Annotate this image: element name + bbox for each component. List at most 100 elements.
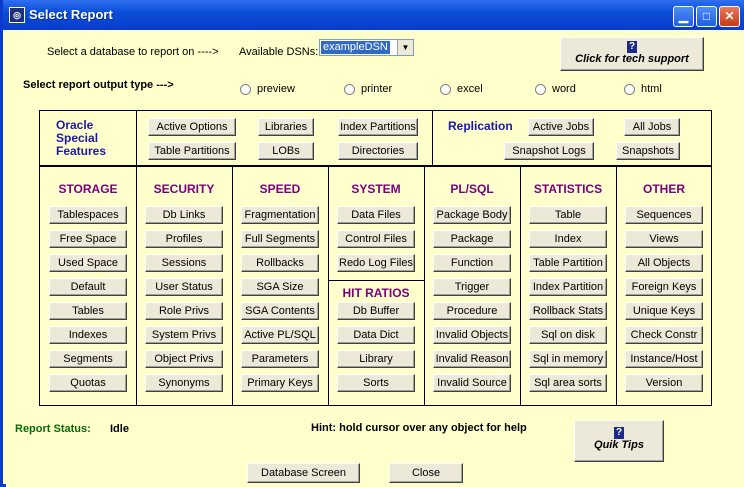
full-segments-button[interactable]: Full Segments — [241, 230, 319, 248]
other-header: OTHER — [643, 182, 685, 196]
rollbacks-button[interactable]: Rollbacks — [241, 254, 319, 272]
database-prompt: Select a database to report on ----> — [47, 46, 219, 58]
oracle-label-line: Features — [56, 144, 107, 158]
invalid-objects-button[interactable]: Invalid Objects — [433, 326, 511, 344]
library-button[interactable]: Library — [337, 350, 415, 368]
radio-html-label: html — [641, 83, 662, 95]
parameters-button[interactable]: Parameters — [241, 350, 319, 368]
sga-contents-button[interactable]: SGA Contents — [241, 302, 319, 320]
quik-tips-button[interactable]: ? Quik Tips — [574, 420, 664, 462]
hit-ratios-header: HIT RATIOS — [342, 286, 410, 300]
invalid-reason-button[interactable]: Invalid Reason — [433, 350, 511, 368]
tables-button[interactable]: Tables — [49, 302, 127, 320]
rollback-stats-button[interactable]: Rollback Stats — [529, 302, 607, 320]
version-button[interactable]: Version — [625, 374, 703, 392]
statistics-header: STATISTICS — [533, 182, 603, 196]
unique-keys-button[interactable]: Unique Keys — [625, 302, 703, 320]
report-status-label: Report Status: — [15, 423, 91, 435]
window-title: Select Report — [29, 7, 113, 22]
package-button[interactable]: Package — [433, 230, 511, 248]
redo-log-files-button[interactable]: Redo Log Files — [337, 254, 415, 272]
radio-html[interactable] — [624, 84, 635, 95]
hint-text: Hint: hold cursor over any object for he… — [311, 422, 527, 434]
user-status-button[interactable]: User Status — [145, 278, 223, 296]
directories-button[interactable]: Directories — [338, 142, 418, 160]
fragmentation-button[interactable]: Fragmentation — [241, 206, 319, 224]
data-dict-button[interactable]: Data Dict — [337, 326, 415, 344]
divider — [328, 280, 424, 281]
lobs-button[interactable]: LOBs — [258, 142, 314, 160]
system-privs-button[interactable]: System Privs — [145, 326, 223, 344]
active-options-button[interactable]: Active Options — [148, 118, 236, 136]
sorts-button[interactable]: Sorts — [337, 374, 415, 392]
radio-word[interactable] — [535, 84, 546, 95]
dsn-selected-value: exampleDSN — [321, 41, 390, 54]
table-stats-button[interactable]: Table — [529, 206, 607, 224]
primary-keys-button[interactable]: Primary Keys — [241, 374, 319, 392]
title-bar[interactable]: ◎ Select Report ▁ □ ✕ — [3, 0, 744, 30]
libraries-button[interactable]: Libraries — [258, 118, 314, 136]
close-window-button[interactable]: ✕ — [719, 6, 740, 27]
sessions-button[interactable]: Sessions — [145, 254, 223, 272]
database-screen-button[interactable]: Database Screen — [247, 463, 360, 483]
used-space-button[interactable]: Used Space — [49, 254, 127, 272]
table-partitions-button[interactable]: Table Partitions — [148, 142, 236, 160]
chevron-down-icon[interactable]: ▼ — [397, 40, 413, 55]
invalid-source-button[interactable]: Invalid Source — [433, 374, 511, 392]
foreign-keys-button[interactable]: Foreign Keys — [625, 278, 703, 296]
synonyms-button[interactable]: Synonyms — [145, 374, 223, 392]
views-button[interactable]: Views — [625, 230, 703, 248]
object-privs-button[interactable]: Object Privs — [145, 350, 223, 368]
index-stats-button[interactable]: Index — [529, 230, 607, 248]
default-button[interactable]: Default — [49, 278, 127, 296]
trigger-button[interactable]: Trigger — [433, 278, 511, 296]
maximize-button[interactable]: □ — [696, 6, 717, 27]
index-partitions-button[interactable]: Index Partitions — [338, 118, 418, 136]
function-button[interactable]: Function — [433, 254, 511, 272]
close-button[interactable]: Close — [389, 463, 463, 483]
report-status-value: Idle — [110, 423, 129, 435]
role-privs-button[interactable]: Role Privs — [145, 302, 223, 320]
app-icon[interactable]: ◎ — [9, 7, 25, 23]
tech-support-label: Click for tech support — [575, 53, 689, 65]
control-files-button[interactable]: Control Files — [337, 230, 415, 248]
db-links-button[interactable]: Db Links — [145, 206, 223, 224]
instance-host-button[interactable]: Instance/Host — [625, 350, 703, 368]
table-partition-button[interactable]: Table Partition — [529, 254, 607, 272]
sga-size-button[interactable]: SGA Size — [241, 278, 319, 296]
minimize-button[interactable]: ▁ — [673, 6, 694, 27]
sql-on-disk-button[interactable]: Sql on disk — [529, 326, 607, 344]
check-constr-button[interactable]: Check Constr — [625, 326, 703, 344]
profiles-button[interactable]: Profiles — [145, 230, 223, 248]
all-objects-button[interactable]: All Objects — [625, 254, 703, 272]
radio-excel[interactable] — [440, 84, 451, 95]
tech-support-button[interactable]: ? Click for tech support — [560, 37, 704, 71]
free-space-button[interactable]: Free Space — [49, 230, 127, 248]
oracle-features-label: Oracle Special Features — [56, 119, 106, 158]
sql-in-memory-button[interactable]: Sql in memory — [529, 350, 607, 368]
db-buffer-button[interactable]: Db Buffer — [337, 302, 415, 320]
all-jobs-button[interactable]: All Jobs — [624, 118, 680, 136]
quotas-button[interactable]: Quotas — [49, 374, 127, 392]
dsn-select[interactable]: exampleDSN ▼ — [319, 39, 414, 56]
sequences-button[interactable]: Sequences — [625, 206, 703, 224]
indexes-button[interactable]: Indexes — [49, 326, 127, 344]
package-body-button[interactable]: Package Body — [433, 206, 511, 224]
divider — [432, 111, 433, 165]
radio-preview[interactable] — [240, 84, 251, 95]
index-partition-button[interactable]: Index Partition — [529, 278, 607, 296]
select-report-window: ◎ Select Report ▁ □ ✕ Select a database … — [0, 0, 744, 487]
quik-tips-label: Quik Tips — [594, 439, 644, 451]
sql-area-sorts-button[interactable]: Sql area sorts — [529, 374, 607, 392]
dsn-label: Available DSNs: — [239, 46, 319, 58]
active-jobs-button[interactable]: Active Jobs — [528, 118, 594, 136]
snapshots-button[interactable]: Snapshots — [616, 142, 680, 160]
snapshot-logs-button[interactable]: Snapshot Logs — [504, 142, 594, 160]
tablespaces-button[interactable]: Tablespaces — [49, 206, 127, 224]
data-files-button[interactable]: Data Files — [337, 206, 415, 224]
segments-button[interactable]: Segments — [49, 350, 127, 368]
procedure-button[interactable]: Procedure — [433, 302, 511, 320]
active-plsql-button[interactable]: Active PL/SQL — [241, 326, 319, 344]
radio-printer[interactable] — [344, 84, 355, 95]
speed-header: SPEED — [259, 182, 301, 196]
